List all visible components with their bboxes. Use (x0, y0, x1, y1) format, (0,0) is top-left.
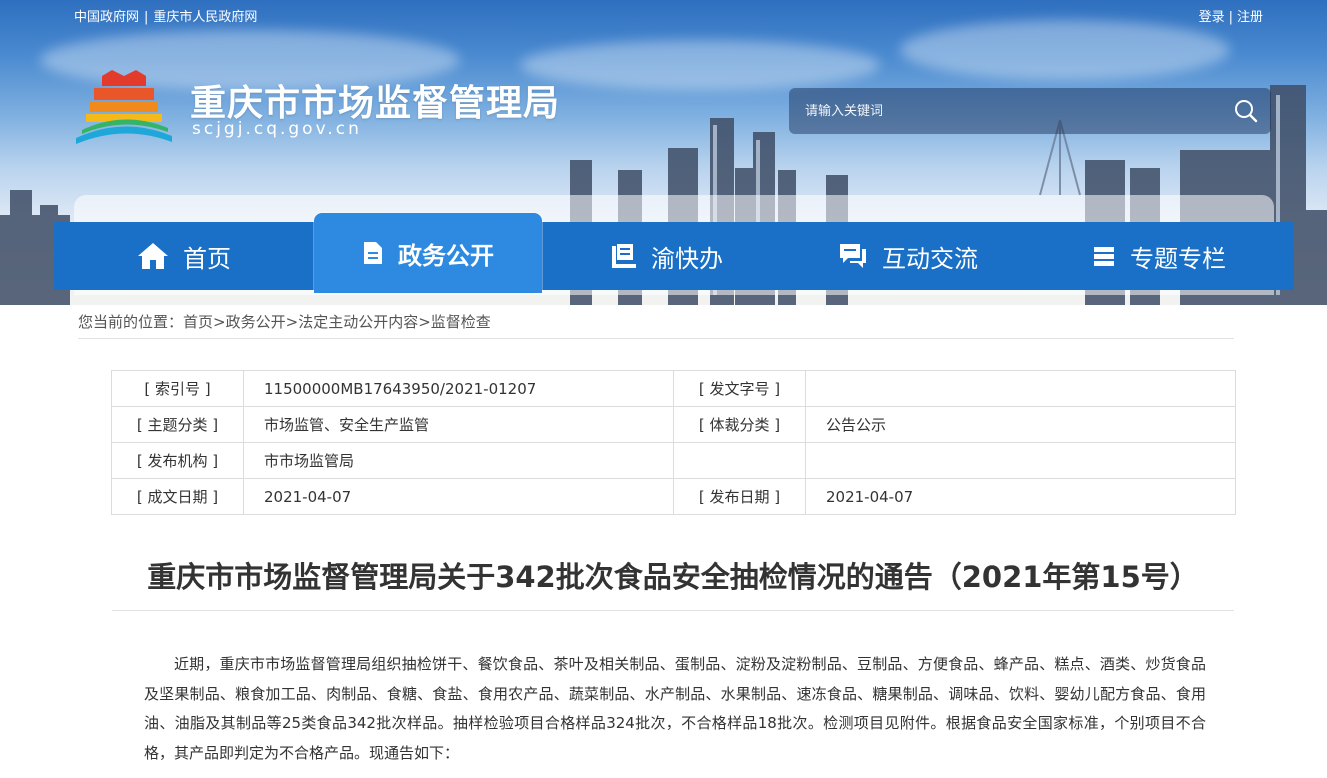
breadcrumb-prefix: 您当前的位置： (78, 313, 184, 331)
topic-value: 市场监管、安全生产监管 (243, 406, 674, 443)
nav-home-label: 首页 (183, 244, 231, 273)
topic-label: [ 主题分类 ] (111, 406, 244, 443)
doc-no-label: [ 发文字号 ] (673, 370, 806, 407)
home-icon (138, 243, 168, 269)
genre-label: [ 体裁分类 ] (673, 406, 806, 443)
publish-date-value: 2021-04-07 (805, 478, 1236, 515)
doc-no-value (805, 370, 1236, 407)
meta-row: [ 索引号 ] 11500000MB17643950/2021-01207 [ … (111, 370, 1236, 407)
top-links: 中国政府网 | 重庆市人民政府网 (74, 6, 257, 25)
nav-special-topics-label: 专题专栏 (1130, 244, 1226, 273)
top-links-separator: | (144, 10, 149, 25)
written-date-label: [ 成文日期 ] (111, 478, 244, 515)
index-no-label: [ 索引号 ] (111, 370, 244, 407)
title-divider (112, 610, 1234, 611)
nav-gov-affairs[interactable]: 政务公开 (314, 213, 542, 293)
search-input[interactable] (805, 103, 1221, 119)
empty-cell (805, 442, 1236, 479)
breadcrumb-supervision[interactable]: 监督检查 (431, 313, 491, 331)
breadcrumb-separator: > (285, 313, 299, 331)
main-nav: 首页 政务公开 渝快办 互动交流 专题专栏 (54, 213, 1294, 293)
nav-special-topics[interactable]: 专题专栏 (1024, 222, 1294, 290)
nav-home[interactable]: 首页 (54, 222, 314, 290)
register-link[interactable]: 注册 (1237, 10, 1263, 25)
breadcrumb-gov-affairs[interactable]: 政务公开 (226, 313, 286, 331)
empty-cell (673, 442, 806, 479)
written-date-value: 2021-04-07 (243, 478, 674, 515)
meta-row: [ 主题分类 ] 市场监管、安全生产监管 [ 体裁分类 ] 公告公示 (111, 406, 1236, 443)
article-paragraph: 近期，重庆市市场监督管理局组织抽检饼干、餐饮食品、茶叶及相关制品、蛋制品、淀粉及… (144, 655, 1206, 762)
account-separator: | (1228, 10, 1233, 25)
publish-date-label: [ 发布日期 ] (673, 478, 806, 515)
search-icon (1235, 100, 1258, 123)
breadcrumb-statutory-disclosure[interactable]: 法定主动公开内容 (298, 313, 418, 331)
layers-icon (1094, 247, 1114, 266)
city-portal-link[interactable]: 重庆市人民政府网 (153, 10, 257, 25)
service-desk-icon (612, 244, 636, 268)
meta-row: [ 发布机构 ] 市市场监管局 (111, 442, 1236, 479)
account-links: 登录 | 注册 (1199, 6, 1263, 25)
site-domain: scjgj.cq.gov.cn (192, 119, 362, 139)
breadcrumb-home[interactable]: 首页 (183, 313, 213, 331)
site-logo-icon[interactable] (72, 66, 176, 146)
nav-interaction[interactable]: 互动交流 (792, 222, 1024, 290)
issuer-value: 市市场监管局 (243, 442, 674, 479)
index-no-value: 11500000MB17643950/2021-01207 (243, 370, 674, 407)
nav-yukuaiban-label: 渝快办 (651, 244, 723, 273)
nav-interaction-label: 互动交流 (882, 244, 978, 273)
login-link[interactable]: 登录 (1199, 10, 1225, 25)
breadcrumb-separator: > (418, 313, 431, 331)
search-bar (789, 88, 1271, 134)
gov-portal-link[interactable]: 中国政府网 (74, 10, 139, 25)
article-title: 重庆市市场监督管理局关于342批次食品安全抽检情况的通告（2021年第15号） (147, 560, 1199, 594)
document-icon (364, 242, 382, 264)
nav-gov-affairs-label: 政务公开 (398, 241, 494, 270)
meta-row: [ 成文日期 ] 2021-04-07 [ 发布日期 ] 2021-04-07 (111, 478, 1236, 515)
breadcrumb: 您当前的位置：首页>政务公开>法定主动公开内容>监督检查 (78, 311, 1234, 339)
genre-value: 公告公示 (805, 406, 1236, 443)
nav-yukuaiban[interactable]: 渝快办 (542, 222, 792, 290)
chat-icon (840, 244, 866, 268)
breadcrumb-separator: > (213, 313, 226, 331)
document-meta-table: [ 索引号 ] 11500000MB17643950/2021-01207 [ … (111, 370, 1236, 515)
issuer-label: [ 发布机构 ] (111, 442, 244, 479)
search-button[interactable] (1221, 88, 1271, 134)
